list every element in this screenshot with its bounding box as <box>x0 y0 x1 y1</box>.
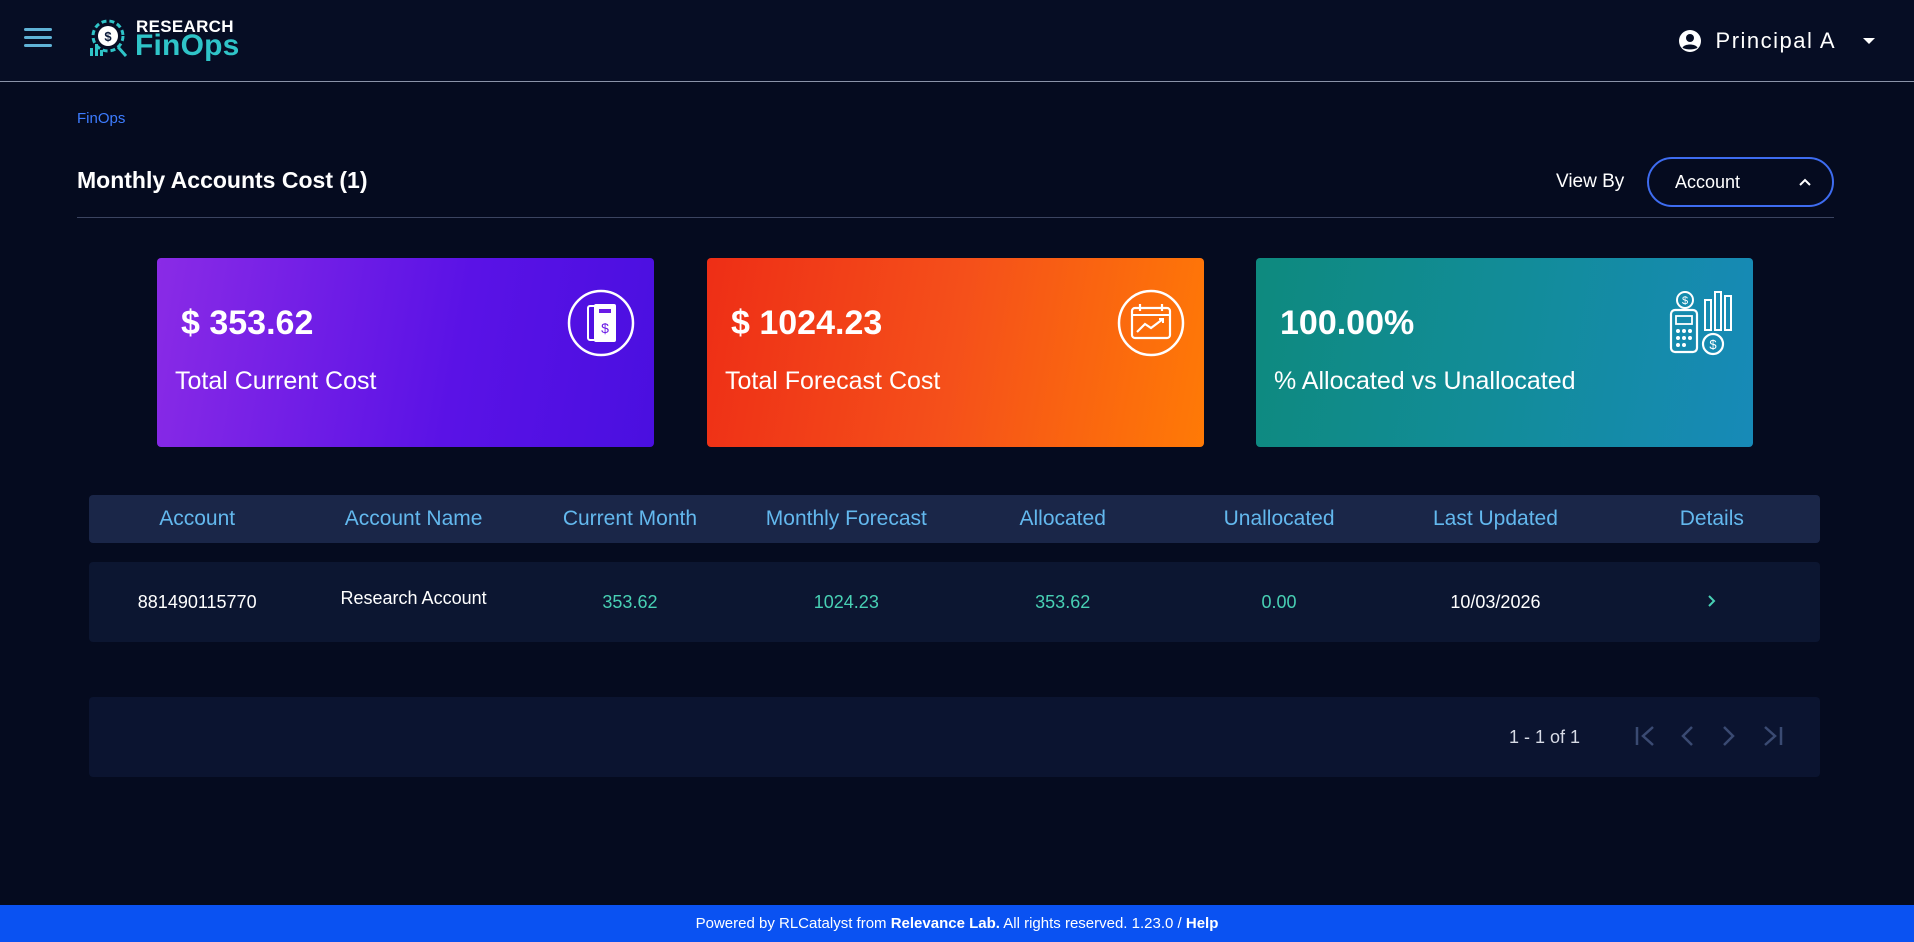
footer-prefix: Powered by RLCatalyst from <box>695 915 891 932</box>
table-row[interactable]: 881490115770 Research Account 353.62 102… <box>89 562 1820 642</box>
column-header-current-month[interactable]: Current Month <box>522 507 738 531</box>
card-value: 100.00% <box>1280 304 1415 342</box>
page-title: Monthly Accounts Cost (1) <box>77 167 368 193</box>
svg-text:$: $ <box>104 29 112 44</box>
help-link[interactable]: Help <box>1186 915 1219 932</box>
chevron-up-icon <box>1799 178 1811 186</box>
paginator: 1 - 1 of 1 <box>89 697 1820 777</box>
logo-finops-text: FinOps <box>135 29 240 62</box>
footer-middle: All rights reserved. 1.23.0 / <box>999 915 1186 932</box>
forecast-chart-icon <box>1117 289 1185 357</box>
previous-page-icon[interactable] <box>1675 723 1701 749</box>
hamburger-menu-icon[interactable] <box>24 28 52 50</box>
cell-account-name: Research Account <box>340 587 487 608</box>
column-header-allocated[interactable]: Allocated <box>955 507 1171 531</box>
user-menu[interactable]: Principal A <box>1678 24 1876 58</box>
card-label: % Allocated vs Unallocated <box>1274 367 1576 395</box>
svg-text:$: $ <box>1682 295 1688 307</box>
breadcrumb-finops[interactable]: FinOps <box>77 110 125 127</box>
view-by-value: Account <box>1675 171 1741 192</box>
card-label: Total Forecast Cost <box>725 367 941 395</box>
page-range-label: 1 - 1 of 1 <box>1509 727 1581 747</box>
total-current-cost-card: $ 353.62 Total Current Cost $ <box>157 258 654 447</box>
app-logo[interactable]: $ RESEARCH FinOps <box>84 14 244 62</box>
footer-company: Relevance Lab. <box>890 915 1000 932</box>
column-header-account[interactable]: Account <box>89 507 305 531</box>
next-page-icon[interactable] <box>1715 723 1741 749</box>
finops-logo-icon: $ <box>90 19 128 57</box>
table-header: Account Account Name Current Month Month… <box>89 495 1820 543</box>
last-page-icon[interactable] <box>1759 723 1785 749</box>
cell-details <box>1604 592 1820 613</box>
column-header-monthly-forecast[interactable]: Monthly Forecast <box>738 507 954 531</box>
card-value: $ 1024.23 <box>731 304 883 342</box>
column-header-account-name[interactable]: Account Name <box>305 507 521 531</box>
user-name: Principal A <box>1715 28 1836 53</box>
cell-unallocated: 0.00 <box>1261 591 1297 612</box>
cell-allocated: 353.62 <box>1035 591 1091 612</box>
top-bar: $ RESEARCH FinOps Principal A <box>0 0 1914 82</box>
card-value: $ 353.62 <box>181 304 314 342</box>
receipt-dollar-icon: $ <box>567 289 635 357</box>
total-forecast-cost-card: $ 1024.23 Total Forecast Cost <box>707 258 1204 447</box>
cell-monthly-forecast: 1024.23 <box>813 591 879 612</box>
card-label: Total Current Cost <box>175 367 377 395</box>
column-header-unallocated[interactable]: Unallocated <box>1171 507 1387 531</box>
footer: Powered by RLCatalyst from Relevance Lab… <box>0 905 1914 942</box>
title-divider <box>77 217 1834 218</box>
cell-last-updated: 10/03/2026 <box>1450 591 1541 612</box>
column-header-last-updated[interactable]: Last Updated <box>1387 507 1603 531</box>
first-page-icon[interactable] <box>1633 723 1659 749</box>
calculator-dollar-icon: $ $ <box>1669 291 1732 356</box>
cell-current-month: 353.62 <box>602 591 658 612</box>
view-by-label: View By <box>1556 171 1625 192</box>
caret-down-icon <box>1863 38 1875 44</box>
chevron-right-icon[interactable] <box>1706 594 1718 608</box>
svg-text:$: $ <box>1709 337 1717 352</box>
svg-text:$: $ <box>601 320 609 336</box>
view-by-select[interactable]: Account <box>1647 157 1834 207</box>
column-header-details: Details <box>1679 507 1744 530</box>
account-circle-icon <box>1678 30 1701 52</box>
cell-account: 881490115770 <box>137 591 257 612</box>
allocated-vs-unallocated-card: 100.00% % Allocated vs Unallocated $ $ <box>1256 258 1753 447</box>
